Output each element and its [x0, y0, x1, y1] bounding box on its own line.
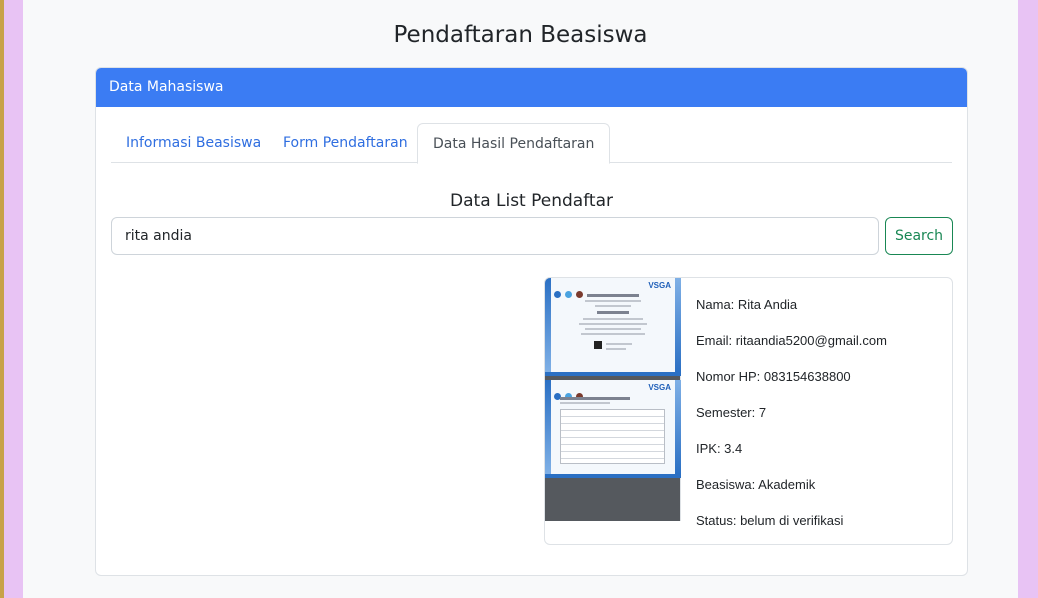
certificate-brand-back: VSGA [648, 383, 671, 392]
certificate-page-front: VSGA [545, 278, 681, 376]
certificate-page-back: VSGA [545, 380, 681, 478]
certificate-image: VSGA VSGA [545, 278, 681, 521]
tab-bar: Informasi Beasiswa Form Pendaftaran Data… [111, 123, 952, 164]
card-header: Data Mahasiswa [96, 68, 967, 107]
tab-informasi-beasiswa[interactable]: Informasi Beasiswa [111, 123, 276, 163]
list-title: Data List Pendaftar [450, 191, 613, 211]
applicant-semester: Semester: 7 [696, 405, 767, 420]
certificate-brand: VSGA [648, 281, 671, 290]
data-mahasiswa-card: Data Mahasiswa Informasi Beasiswa Form P… [95, 67, 968, 576]
page: Pendaftaran Beasiswa Data Mahasiswa Info… [23, 0, 1018, 598]
applicant-scholarship: Beasiswa: Akademik [696, 477, 816, 492]
applicant-phone: Nomor HP: 083154638800 [696, 369, 851, 384]
search-button[interactable]: Search [885, 217, 953, 255]
applicant-ipk: IPK: 3.4 [696, 441, 743, 456]
page-title: Pendaftaran Beasiswa [393, 22, 648, 48]
applicant-status: Status: belum di verifikasi [696, 513, 844, 528]
window-left-edge [0, 0, 4, 598]
applicant-card: VSGA VSGA Nama: Rita Andia Email: ritaan… [544, 277, 953, 545]
certificate-logos [554, 283, 587, 302]
applicant-name: Nama: Rita Andia [696, 297, 798, 312]
search-input[interactable] [111, 217, 879, 255]
tab-form-pendaftaran[interactable]: Form Pendaftaran [268, 123, 423, 163]
tab-data-hasil-pendaftaran[interactable]: Data Hasil Pendaftaran [417, 123, 611, 164]
applicant-email: Email: ritaandia5200@gmail.com [696, 333, 887, 348]
certificate-table [560, 409, 665, 464]
